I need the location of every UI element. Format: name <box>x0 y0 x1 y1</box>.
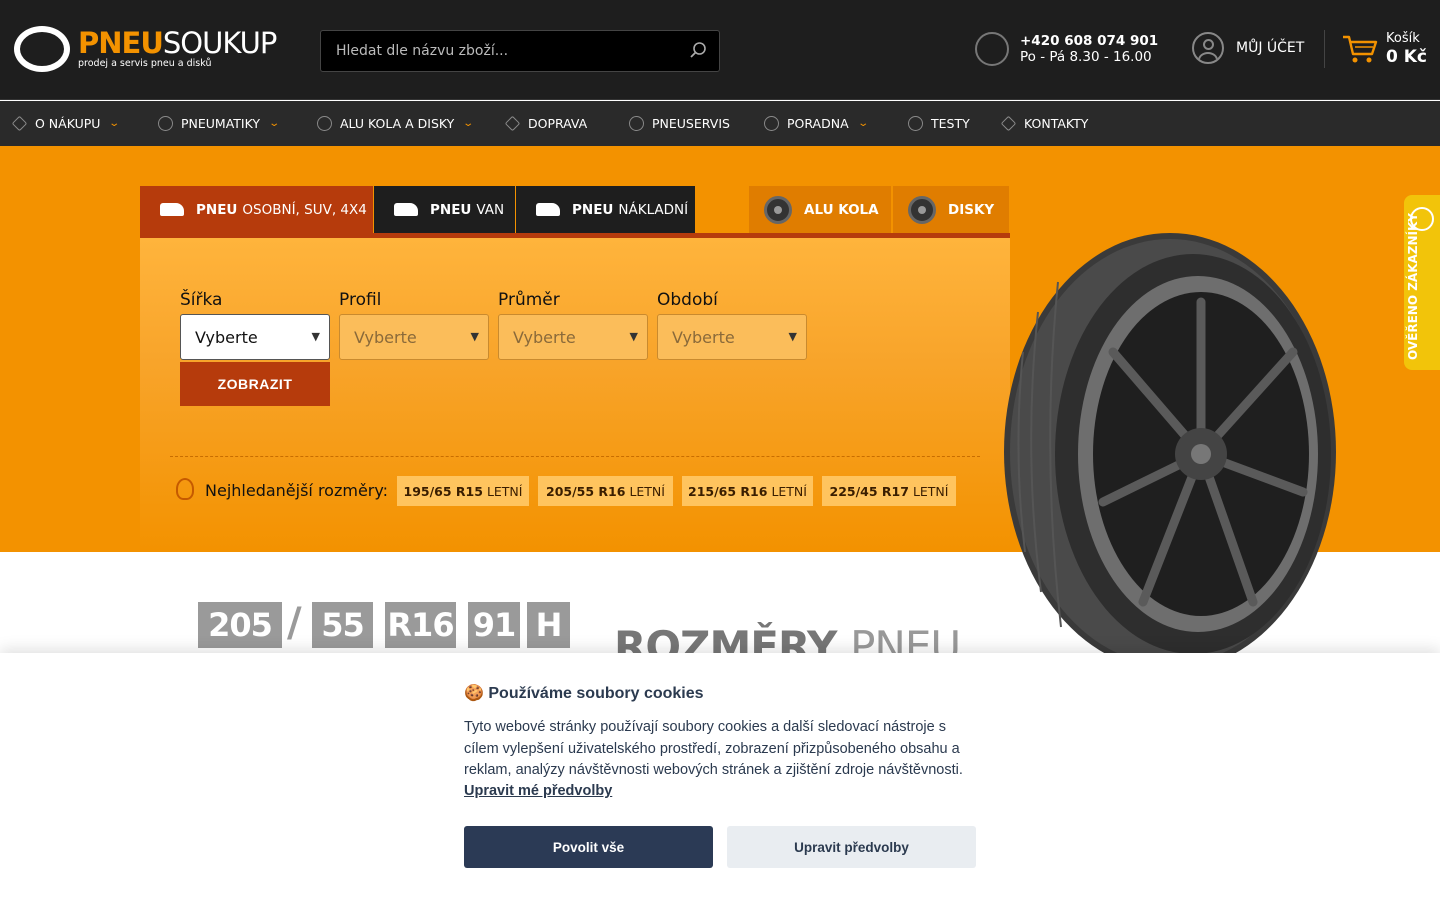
wheel-icon <box>317 116 332 131</box>
chevron-down-icon: ⌄ <box>108 118 121 129</box>
popular-size-chip[interactable]: 195/65 R15 LETNÍ <box>397 476 529 506</box>
accept-all-button[interactable]: Povolit vše <box>464 826 713 868</box>
tab-pneu-osobni[interactable]: PNEU OSOBNÍ, SUV, 4X4 <box>140 186 373 233</box>
tab-disky[interactable]: DISKY <box>893 186 1009 233</box>
tab-pneu-nakladni[interactable]: PNEU NÁKLADNÍ <box>516 186 695 233</box>
tire-product-image <box>1004 233 1336 671</box>
edit-preferences-link[interactable]: Upravit mé předvolby <box>464 783 612 799</box>
logo-tire-icon <box>14 26 70 72</box>
service-icon <box>629 116 644 131</box>
nav-item-doprava[interactable]: DOPRAVA <box>504 101 587 146</box>
search-box <box>320 30 720 72</box>
phone-tag-icon <box>1000 115 1017 132</box>
chevron-down-icon: ▼ <box>311 330 320 343</box>
popular-size-chip[interactable]: 225/45 R17 LETNÍ <box>822 476 956 506</box>
phone-icon <box>975 32 1009 66</box>
nav-item-testy[interactable]: TESTY <box>908 101 970 146</box>
account-link[interactable]: MŮJ ÚČET <box>1236 40 1304 56</box>
cart-summary[interactable]: Košík 0 Kč <box>1386 30 1427 66</box>
tire-icon <box>158 116 173 131</box>
lightbulb-icon <box>764 116 779 131</box>
chevron-down-icon: ▼ <box>788 330 797 343</box>
nav-item-poradna[interactable]: PORADNA ⌄ <box>764 101 869 146</box>
diameter-select[interactable]: Vyberte ▼ <box>498 314 648 360</box>
cart-total: 0 Kč <box>1386 47 1427 67</box>
tire-filter-panel: Šířka Profil Průměr Období Vyberte ▼ Vybe… <box>140 238 1010 552</box>
van-icon <box>394 203 418 216</box>
profile-select[interactable]: Vyberte ▼ <box>339 314 489 360</box>
chevron-down-icon: ⌄ <box>268 118 281 129</box>
cookie-title: 🍪 Používáme soubory cookies <box>464 685 704 702</box>
size-profile-box: 55 <box>312 602 373 648</box>
season-label: Období <box>657 290 718 310</box>
user-icon[interactable] <box>1192 32 1224 64</box>
cart-label: Košík <box>1386 31 1420 46</box>
popular-size-chip[interactable]: 205/55 R16 LETNÍ <box>538 476 673 506</box>
size-speed-index-box: H <box>527 602 570 648</box>
tab-pneu-van[interactable]: PNEU VAN <box>374 186 515 233</box>
nav-item-alu-kola[interactable]: ALU KOLA A DISKY ⌄ <box>317 101 475 146</box>
size-load-index-box: 91 <box>468 602 520 648</box>
phone-hours: Po - Pá 8.30 - 16.00 <box>1020 49 1152 65</box>
chevron-down-icon: ⌄ <box>856 118 869 129</box>
nav-item-pneumatiky[interactable]: PNEUMATIKY ⌄ <box>158 101 281 146</box>
cart-icon[interactable] <box>1342 34 1378 64</box>
width-select[interactable]: Vyberte ▼ <box>180 314 330 360</box>
popular-sizes-label: Nejhledanější rozměry: <box>205 481 389 500</box>
nav-item-pneuservis[interactable]: PNEUSERVIS <box>629 101 730 146</box>
main-nav: O NÁKUPU ⌄ PNEUMATIKY ⌄ ALU KOLA A DISKY ⌄ … <box>0 101 1440 146</box>
chevron-down-icon: ▼ <box>629 330 638 343</box>
site-logo[interactable]: PNEUSOUKUP prodej a servis pneu a disků <box>14 26 284 76</box>
cookie-text: Tyto webové stránky používají soubory co… <box>464 719 963 779</box>
show-results-button[interactable]: ZOBRAZIT <box>180 362 330 406</box>
truck-icon <box>536 203 560 216</box>
phone-number: +420 608 074 901 <box>1020 33 1159 49</box>
nav-item-kontakty[interactable]: KONTAKTY <box>1000 101 1088 146</box>
verified-reviews-badge[interactable]: OVĚŘENO ZÁKAZNÍKY <box>1404 195 1440 370</box>
chevron-down-icon: ▼ <box>470 330 479 343</box>
tab-alu-kola[interactable]: ALU KOLA <box>749 186 891 233</box>
popular-size-chip[interactable]: 215/65 R16 LETNÍ <box>682 476 813 506</box>
chevron-down-icon: ⌄ <box>462 118 475 129</box>
divider <box>170 456 980 457</box>
size-diameter-box: R16 <box>385 602 456 648</box>
size-slash: / <box>287 600 302 646</box>
steel-wheel-icon <box>908 195 936 224</box>
edit-preferences-button[interactable]: Upravit předvolby <box>727 826 976 868</box>
season-select[interactable]: Vyberte ▼ <box>657 314 807 360</box>
alloy-wheel-icon <box>764 195 792 224</box>
logo-wordmark: PNEUSOUKUP <box>78 26 277 60</box>
size-width-box: 205 <box>198 602 282 648</box>
diameter-label: Průměr <box>498 290 560 310</box>
cookie-banner: 🍪 Používáme soubory cookies Tyto webové … <box>0 653 1440 900</box>
nav-item-o-nakupu[interactable]: O NÁKUPU ⌄ <box>11 101 121 146</box>
tag-icon <box>11 115 28 132</box>
car-icon <box>160 203 184 216</box>
check-icon <box>908 116 923 131</box>
header-divider <box>1324 30 1325 68</box>
site-header: PNEUSOUKUP prodej a servis pneu a disků … <box>0 0 1440 100</box>
logo-tagline: prodej a servis pneu a disků <box>78 58 212 69</box>
width-label: Šířka <box>180 290 223 310</box>
search-input[interactable] <box>321 31 681 71</box>
phone-contact[interactable]: +420 608 074 901 Po - Pá 8.30 - 16.00 <box>1020 33 1158 65</box>
lightbulb-icon <box>176 478 194 500</box>
search-icon[interactable] <box>689 41 707 59</box>
profile-label: Profil <box>339 290 382 310</box>
truck-icon <box>504 115 521 132</box>
